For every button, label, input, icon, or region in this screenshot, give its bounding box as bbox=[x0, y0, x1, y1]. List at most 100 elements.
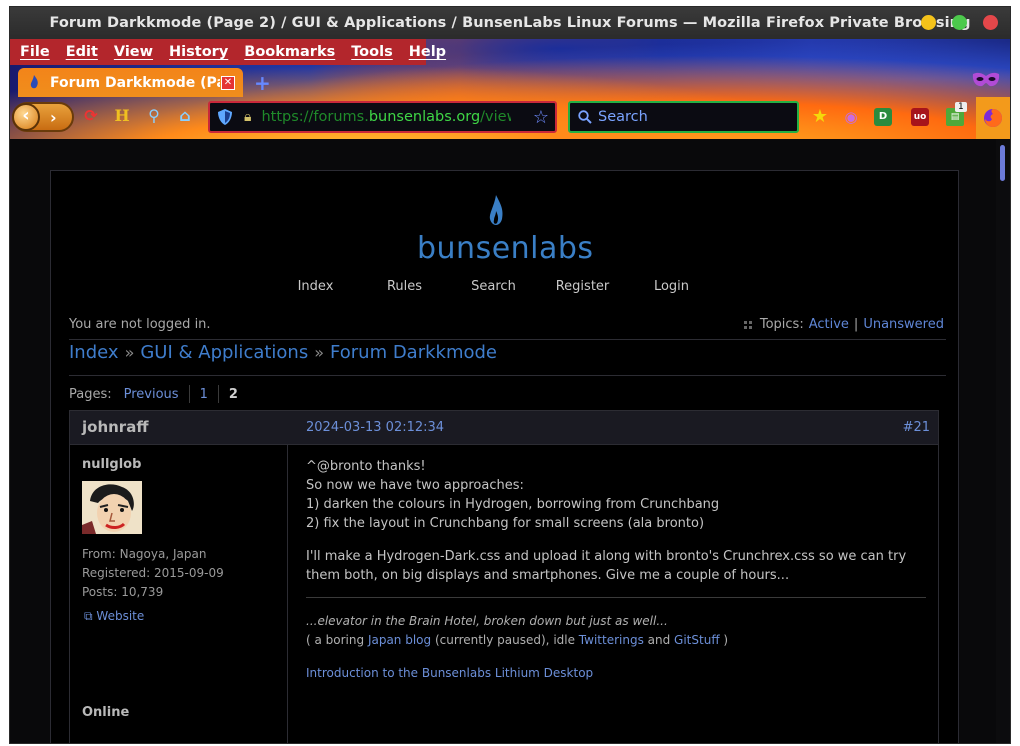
online-status: Online bbox=[82, 705, 130, 720]
logo-wordmark: bunsenlabs bbox=[417, 231, 594, 266]
avatar bbox=[82, 481, 142, 534]
post-paragraph: I'll make a Hydrogen-Dark.css and upload… bbox=[306, 549, 907, 583]
search-box[interactable]: Search bbox=[568, 101, 799, 133]
tab-close-icon[interactable]: ✕ bbox=[221, 76, 235, 90]
breadcrumb-separator: » bbox=[314, 343, 325, 362]
back-forward-group: ‹ › bbox=[12, 102, 74, 132]
pagination-divider bbox=[188, 385, 190, 403]
extension-badge: 1 bbox=[955, 102, 967, 112]
close-window-button[interactable] bbox=[983, 15, 998, 30]
reload-icon[interactable]: ⟳ bbox=[80, 105, 102, 127]
ublock-icon[interactable]: uo bbox=[911, 108, 929, 126]
home-icon[interactable]: ⌂ bbox=[174, 105, 196, 127]
website-link[interactable]: ⧉ Website bbox=[84, 609, 144, 624]
post-line: So now we have two approaches: bbox=[306, 478, 524, 493]
website-label: Website bbox=[96, 609, 145, 623]
post-number-link[interactable]: #21 bbox=[903, 420, 930, 435]
forum-nav: Index Rules Search Register Login bbox=[271, 279, 716, 294]
nav-login[interactable]: Login bbox=[627, 279, 716, 294]
firefox-icon bbox=[984, 109, 1002, 127]
divider bbox=[69, 375, 946, 376]
post-signature: ...elevator in the Brain Hotel, broken d… bbox=[306, 597, 926, 683]
scrollbar-thumb[interactable] bbox=[1000, 145, 1005, 181]
back-button[interactable]: ‹ bbox=[12, 103, 40, 131]
breadcrumb-gui-applications[interactable]: GUI & Applications bbox=[140, 342, 308, 363]
pagination-divider bbox=[217, 385, 219, 403]
nav-register[interactable]: Register bbox=[538, 279, 627, 294]
nav-index[interactable]: Index bbox=[271, 279, 360, 294]
post-line: ^@bronto thanks! bbox=[306, 459, 426, 474]
post-body: ^@bronto thanks! So now we have two appr… bbox=[306, 457, 926, 585]
maximize-button[interactable] bbox=[952, 15, 967, 30]
topics-separator: | bbox=[853, 317, 859, 332]
user-registered: Registered: 2015-09-09 bbox=[82, 566, 224, 580]
firefox-menu-button[interactable] bbox=[976, 97, 1010, 139]
magnifier-icon[interactable]: ⚲ bbox=[143, 105, 165, 127]
signature-quote: ...elevator in the Brain Hotel, broken d… bbox=[306, 614, 668, 628]
pagination-previous[interactable]: Previous bbox=[124, 387, 179, 402]
search-placeholder: Search bbox=[598, 109, 648, 125]
nav-search[interactable]: Search bbox=[449, 279, 538, 294]
grid-icon bbox=[743, 320, 752, 329]
browser-chrome: File Edit View History Bookmarks Tools H… bbox=[10, 39, 1010, 139]
minimize-button[interactable] bbox=[921, 15, 936, 30]
bunsenlabs-favicon-icon bbox=[28, 74, 42, 91]
intro-lithium-link[interactable]: Introduction to the Bunsenlabs Lithium D… bbox=[306, 666, 593, 680]
post-header: johnraff 2024-03-13 02:12:34 #21 bbox=[70, 411, 938, 445]
post-line: 2) fix the layout in Crunchbang for smal… bbox=[306, 516, 705, 531]
menu-tools[interactable]: Tools bbox=[343, 44, 401, 60]
breadcrumb: Index » GUI & Applications » Forum Darkk… bbox=[69, 342, 497, 363]
signature-links: ( a boring Japan blog (currently paused)… bbox=[306, 633, 729, 647]
menu-edit[interactable]: Edit bbox=[58, 44, 106, 60]
tracking-shield-icon[interactable] bbox=[218, 109, 232, 125]
bookmark-star-icon[interactable]: ☆ bbox=[533, 107, 549, 128]
intro-link-row: Introduction to the Bunsenlabs Lithium D… bbox=[306, 664, 926, 683]
pages-label: Pages: bbox=[69, 386, 112, 402]
private-browsing-icon bbox=[972, 72, 1000, 87]
user-post-count: Posts: 10,739 bbox=[82, 585, 164, 599]
breadcrumb-index[interactable]: Index bbox=[69, 342, 119, 363]
url-text[interactable]: https://forums.bunsenlabs.org/viewtopic.… bbox=[261, 109, 511, 125]
forward-button[interactable]: › bbox=[50, 108, 57, 127]
search-icon bbox=[578, 110, 592, 124]
breadcrumb-topic[interactable]: Forum Darkkmode bbox=[330, 342, 497, 363]
window-title: Forum Darkkmode (Page 2) / GUI & Applica… bbox=[49, 15, 971, 31]
forum-post: johnraff 2024-03-13 02:12:34 #21 nullglo… bbox=[69, 410, 939, 743]
post-date-link[interactable]: 2024-03-13 02:12:34 bbox=[306, 420, 444, 435]
post-line: 1) darken the colours in Hydrogen, borro… bbox=[306, 497, 720, 512]
menu-view[interactable]: View bbox=[106, 44, 161, 60]
menu-bookmarks[interactable]: Bookmarks bbox=[236, 44, 343, 60]
tab-strip: Forum Darkkmode (Page 2) / GUI ✕ + bbox=[10, 65, 1010, 97]
gitstuff-link[interactable]: GitStuff bbox=[674, 633, 720, 647]
mask-extension-icon[interactable]: ◉ bbox=[839, 105, 863, 129]
tab-active[interactable]: Forum Darkkmode (Page 2) / GUI ✕ bbox=[18, 68, 243, 97]
topics-unanswered-link[interactable]: Unanswered bbox=[863, 317, 944, 332]
divider bbox=[69, 339, 946, 340]
bunsenlabs-logo[interactable]: bunsenlabs bbox=[411, 195, 594, 266]
external-link-icon: ⧉ bbox=[84, 609, 93, 623]
menu-file[interactable]: File bbox=[18, 44, 58, 60]
flame-logo-icon bbox=[489, 195, 503, 225]
menu-bar: File Edit View History Bookmarks Tools H… bbox=[10, 39, 446, 65]
pagination-page-1[interactable]: 1 bbox=[200, 387, 208, 402]
green-extension-icon[interactable]: D bbox=[874, 108, 892, 126]
twitterings-link[interactable]: Twitterings bbox=[579, 633, 644, 647]
history-h-icon[interactable]: H bbox=[111, 105, 133, 127]
bookmarks-star-icon[interactable]: ★ bbox=[808, 105, 832, 129]
url-bar[interactable]: 🔒︎ https://forums.bunsenlabs.org/viewtop… bbox=[208, 101, 557, 133]
nav-rules[interactable]: Rules bbox=[360, 279, 449, 294]
lock-icon[interactable]: 🔒︎ bbox=[244, 109, 251, 125]
page-content: bunsenlabs Index Rules Search Register L… bbox=[10, 139, 998, 743]
scrollbar[interactable] bbox=[996, 139, 1010, 743]
post-author: johnraff bbox=[82, 418, 149, 436]
japan-blog-link[interactable]: Japan blog bbox=[368, 633, 431, 647]
topics-label: Topics: bbox=[759, 317, 804, 332]
user-title: nullglob bbox=[82, 457, 142, 472]
topics-active-link[interactable]: Active bbox=[809, 317, 849, 332]
user-info: From: Nagoya, Japan Registered: 2015-09-… bbox=[82, 545, 224, 602]
title-bar: Forum Darkkmode (Page 2) / GUI & Applica… bbox=[10, 7, 1010, 39]
menu-help[interactable]: Help bbox=[401, 44, 454, 60]
menu-history[interactable]: History bbox=[161, 44, 236, 60]
new-tab-button[interactable]: + bbox=[254, 71, 271, 95]
breadcrumb-separator: » bbox=[124, 343, 135, 362]
